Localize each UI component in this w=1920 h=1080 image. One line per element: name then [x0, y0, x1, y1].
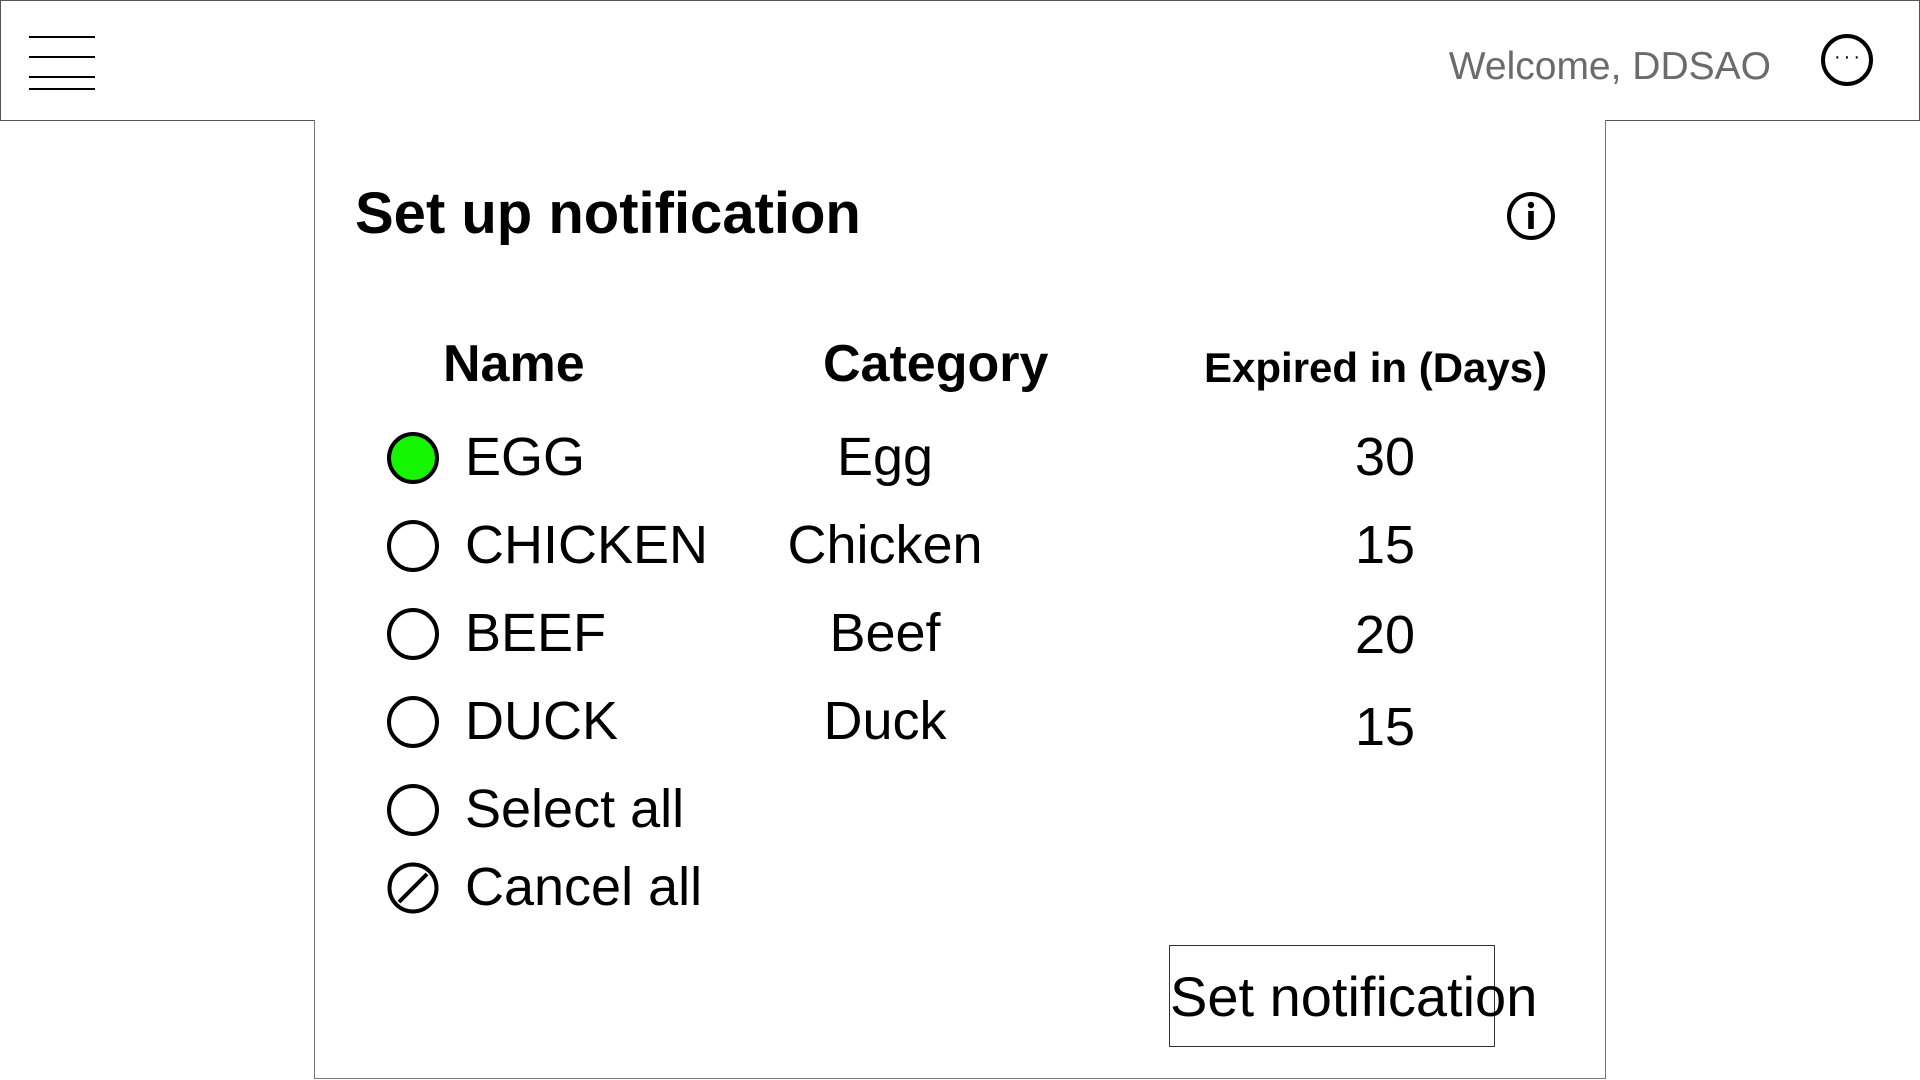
- row-expires-egg: 30: [1354, 427, 1416, 487]
- radio-chicken[interactable]: [387, 520, 439, 572]
- radio-egg[interactable]: [387, 432, 439, 484]
- cancel-all-icon[interactable]: [387, 862, 439, 914]
- radio-select-all[interactable]: [387, 784, 439, 836]
- row-category-egg: Egg: [836, 427, 934, 487]
- more-options-icon[interactable]: ···: [1821, 34, 1873, 86]
- row-category-duck: Duck: [823, 691, 947, 751]
- more-options-glyph: ···: [1834, 46, 1863, 68]
- page-title: Set up notification: [355, 181, 861, 246]
- row-category-beef: Beef: [829, 603, 941, 663]
- cancel-all-label[interactable]: Cancel all: [465, 856, 702, 918]
- column-header-expired-days: Expired in (Days): [1204, 344, 1548, 391]
- welcome-text: Welcome, DDSAO: [1448, 45, 1771, 88]
- select-all-label[interactable]: Select all: [465, 778, 684, 840]
- hamburger-menu-icon[interactable]: [29, 34, 97, 94]
- row-expires-beef: 20: [1354, 605, 1416, 665]
- row-name-chicken: CHICKEN: [465, 515, 709, 575]
- radio-beef[interactable]: [387, 608, 439, 660]
- top-bar: Welcome, DDSAO ···: [0, 0, 1920, 121]
- column-header-name: Name: [443, 335, 585, 393]
- row-expires-duck: 15: [1354, 697, 1416, 757]
- row-name-beef: BEEF: [465, 603, 607, 663]
- info-icon[interactable]: [1506, 191, 1556, 241]
- radio-duck[interactable]: [387, 696, 439, 748]
- set-notification-button[interactable]: Set notification: [1169, 945, 1537, 1047]
- row-name-duck: DUCK: [465, 691, 619, 751]
- row-name-egg: EGG: [465, 427, 586, 487]
- notification-panel: Set up notification Name Category Expire…: [314, 120, 1606, 1079]
- row-expires-chicken: 15: [1354, 515, 1416, 575]
- row-category-chicken: Chicken: [787, 515, 983, 575]
- column-header-category: Category: [823, 335, 1049, 393]
